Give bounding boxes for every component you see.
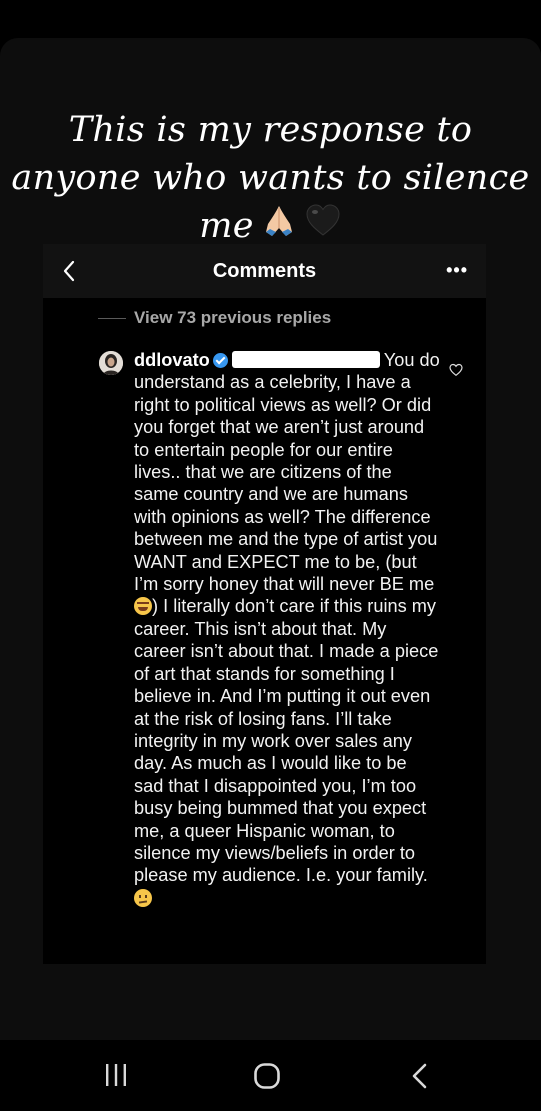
heart-outline-icon xyxy=(449,363,463,377)
page-title: Comments xyxy=(212,260,317,282)
redacted-mention xyxy=(231,351,380,368)
comment-text-part-1: You do understand as a celebrity, I have… xyxy=(134,350,440,595)
comment-text: ddlovato You do understand as a celebrity… xyxy=(134,349,440,909)
caption-line-2: anyone who wants to silence xyxy=(11,158,530,198)
back-icon xyxy=(412,1063,427,1089)
comments-header: Comments ••• xyxy=(43,244,486,298)
home-icon xyxy=(254,1063,280,1089)
laughing-emoji-icon xyxy=(134,597,152,616)
like-comment-button[interactable] xyxy=(449,363,463,377)
avatar[interactable] xyxy=(99,351,123,375)
recents-icon xyxy=(106,1064,126,1086)
view-previous-replies-link[interactable]: View 73 previous replies xyxy=(98,308,331,328)
comment-text-part-2: ) I literally don’t care if this ruins m… xyxy=(134,596,439,886)
slightly-frowning-emoji-icon xyxy=(134,888,152,907)
system-back-button[interactable] xyxy=(408,1062,432,1090)
more-options-button[interactable]: ••• xyxy=(446,260,468,281)
system-navigation-bar xyxy=(0,1040,541,1111)
comment-username[interactable]: ddlovato xyxy=(134,350,210,370)
recents-button[interactable] xyxy=(103,1062,129,1088)
profile-photo-icon xyxy=(99,351,123,375)
replies-divider xyxy=(98,317,126,319)
verified-badge-icon xyxy=(212,353,228,368)
story-caption: This is my response to anyone who wants … xyxy=(0,106,541,253)
comments-panel: Comments ••• View 73 previous replies dd… xyxy=(43,244,486,964)
home-button[interactable] xyxy=(253,1062,281,1090)
caption-line-1: This is my response to xyxy=(68,110,473,150)
view-replies-label: View 73 previous replies xyxy=(134,308,332,327)
caption-line-3-text: me xyxy=(199,206,254,246)
